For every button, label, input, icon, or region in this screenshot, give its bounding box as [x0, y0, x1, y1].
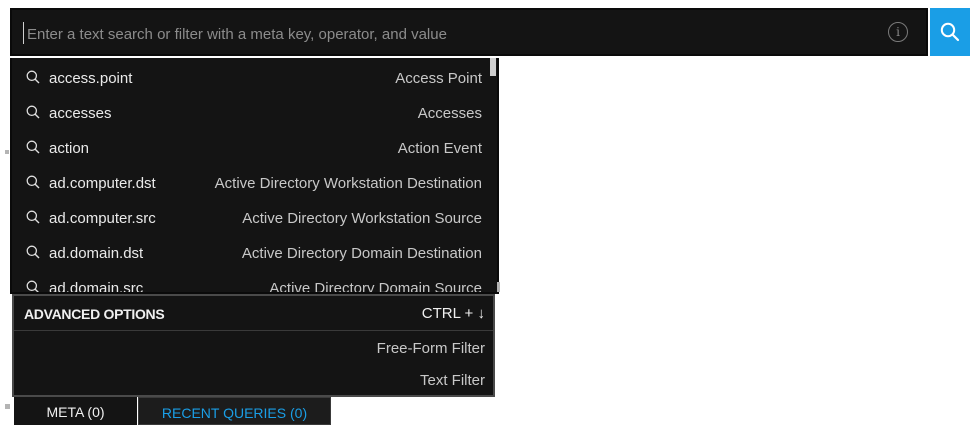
info-icon[interactable]: i — [888, 22, 908, 42]
scrollbar-thumb[interactable] — [490, 58, 496, 76]
search-icon — [26, 245, 40, 259]
search-button[interactable] — [930, 8, 970, 56]
suggestion-description: Accesses — [417, 105, 482, 122]
query-bar: i — [10, 8, 928, 56]
search-icon — [26, 210, 40, 224]
search-icon — [940, 22, 960, 42]
suggestion-item[interactable]: accesses Accesses — [12, 96, 488, 132]
suggestion-item[interactable]: ad.domain.src Active Directory Domain So… — [12, 271, 488, 294]
suggestion-key: ad.computer.src — [49, 210, 156, 227]
text-filter-option[interactable]: Text Filter — [420, 372, 485, 389]
suggestion-description: Active Directory Workstation Destination — [214, 175, 482, 192]
tab-recent-queries[interactable]: RECENT QUERIES (0) — [138, 397, 331, 425]
meta-suggestion-list: access.point Access Point accesses Acces… — [10, 58, 499, 294]
search-icon — [26, 280, 39, 292]
free-form-filter-option[interactable]: Free-Form Filter — [377, 340, 485, 357]
background-artifact — [497, 282, 500, 292]
suggestion-key: action — [49, 140, 90, 157]
search-icon — [26, 175, 40, 189]
suggestion-description: Active Directory Workstation Source — [242, 210, 482, 227]
text-caret — [23, 22, 24, 44]
suggestion-item[interactable]: access.point Access Point — [12, 61, 488, 97]
search-icon — [26, 140, 40, 154]
suggestion-description: Access Point — [395, 70, 482, 87]
background-artifact — [5, 404, 10, 409]
suggestion-item[interactable]: action Action Event — [12, 131, 488, 167]
advanced-options-title: ADVANCED OPTIONS — [24, 306, 165, 322]
keyboard-shortcut: CTRL + ↓ — [421, 305, 485, 322]
suggestion-key: ad.computer.dst — [49, 175, 156, 192]
advanced-options-panel: ADVANCED OPTIONS CTRL + ↓ Free-Form Filt… — [12, 294, 495, 397]
suggestion-tabs: META (0) RECENT QUERIES (0) — [10, 397, 332, 425]
suggestion-description: Action Event — [397, 140, 482, 157]
search-icon — [26, 70, 40, 84]
divider — [14, 330, 493, 331]
background-artifact — [5, 150, 9, 154]
suggestion-item[interactable]: ad.computer.dst Active Directory Worksta… — [12, 166, 488, 202]
suggestion-key: ad.domain.src — [49, 280, 144, 294]
suggestion-key: ad.domain.dst — [49, 245, 144, 262]
suggestion-description: Active Directory Domain Source — [269, 280, 482, 294]
tab-meta[interactable]: META (0) — [14, 397, 137, 425]
suggestion-key: access.point — [49, 70, 133, 87]
search-icon — [26, 105, 40, 119]
search-input[interactable] — [25, 20, 879, 48]
suggestion-description: Active Directory Domain Destination — [241, 245, 482, 262]
suggestion-key: accesses — [49, 105, 112, 122]
suggestion-item[interactable]: ad.domain.dst Active Directory Domain De… — [12, 236, 488, 272]
suggestion-item[interactable]: ad.computer.src Active Directory Worksta… — [12, 201, 488, 237]
